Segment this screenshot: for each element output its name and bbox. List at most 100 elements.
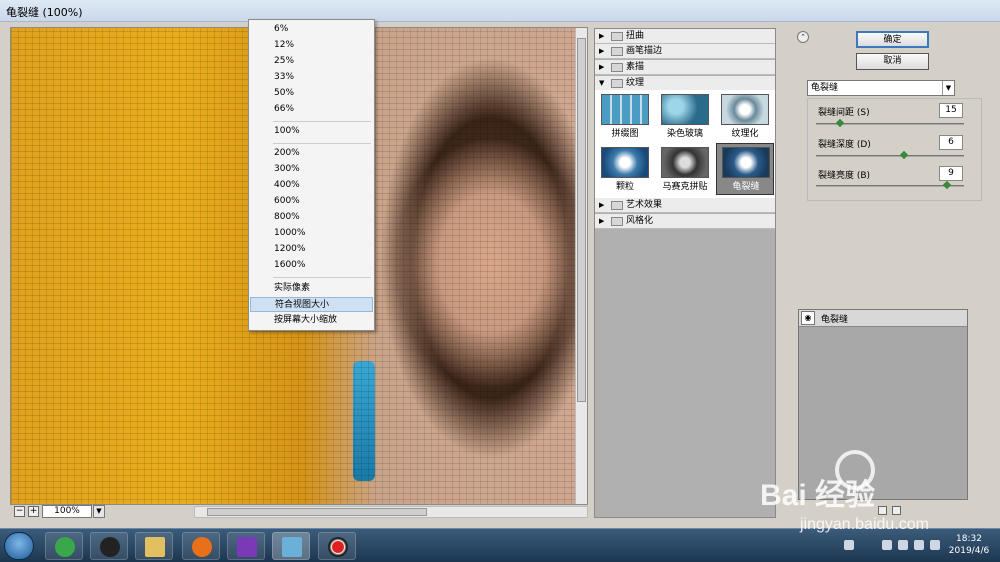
feather-icon bbox=[282, 537, 302, 557]
category-sketch[interactable]: ▶ 素描 bbox=[595, 60, 775, 75]
zoom-menu-item[interactable]: 400% bbox=[250, 178, 373, 193]
folder-icon bbox=[611, 217, 623, 226]
window-title: 龟裂缝 (100%) bbox=[6, 6, 83, 19]
crack-spacing-slider[interactable] bbox=[816, 118, 964, 128]
filter-dialog-window: 龟裂缝 (100%) − + 100% ▼ 6% 12% 25% 33% 50%… bbox=[0, 0, 1000, 528]
taskbar-app-button[interactable] bbox=[90, 532, 128, 560]
category-texture[interactable]: ▼ 纹理 bbox=[595, 76, 775, 91]
zoom-menu-item[interactable]: 33% bbox=[250, 70, 373, 85]
volume-icon[interactable] bbox=[914, 540, 924, 550]
start-button[interactable] bbox=[4, 532, 34, 560]
zoom-menu-item[interactable]: 25% bbox=[250, 54, 373, 69]
zoom-menu: 6% 12% 25% 33% 50% 66% 100% 200% 300% 40… bbox=[248, 19, 375, 331]
zoom-menu-item[interactable]: 1600% bbox=[250, 258, 373, 273]
vertical-scrollbar[interactable] bbox=[575, 28, 587, 504]
zoom-menu-item[interactable]: 66% bbox=[250, 102, 373, 117]
collapse-icon[interactable]: ⌃ bbox=[797, 31, 809, 43]
filter-thumb-patchwork[interactable]: 拼缀图 bbox=[598, 92, 652, 142]
category-artistic[interactable]: ▶ 艺术效果 bbox=[595, 198, 775, 213]
collapse-triangle-icon: ▼ bbox=[599, 79, 605, 87]
zoom-menu-item[interactable]: 6% bbox=[250, 22, 373, 37]
filter-select[interactable]: 龟裂缝 ▼ bbox=[807, 80, 955, 96]
watermark-url: jingyan.baidu.com bbox=[800, 516, 929, 533]
crack-depth-label: 裂缝深度 (D) bbox=[818, 140, 871, 150]
expand-triangle-icon: ▶ bbox=[599, 32, 605, 40]
zoom-menu-item[interactable]: 50% bbox=[250, 86, 373, 101]
zoom-menu-item-actual-pixels[interactable]: 实际像素 bbox=[250, 281, 373, 296]
folder-icon bbox=[145, 537, 165, 557]
category-brush-strokes[interactable]: ▶ 画笔描边 bbox=[595, 44, 775, 59]
thumbnail-image bbox=[721, 94, 769, 125]
zoom-out-button[interactable]: − bbox=[14, 506, 25, 517]
zoom-level-field[interactable]: 100% bbox=[42, 505, 92, 518]
zoom-menu-item-fit-view[interactable]: 符合视图大小 bbox=[250, 297, 373, 312]
thumbnail-image bbox=[601, 94, 649, 125]
crack-brightness-slider[interactable] bbox=[816, 180, 964, 190]
filter-thumb-stained-glass[interactable]: 染色玻璃 bbox=[658, 92, 712, 142]
taskbar-app-button[interactable] bbox=[318, 532, 356, 560]
flag-icon[interactable] bbox=[930, 540, 940, 550]
zoom-menu-item[interactable]: 300% bbox=[250, 162, 373, 177]
thumbnail-image bbox=[661, 94, 709, 125]
battery-icon[interactable] bbox=[882, 540, 892, 550]
folder-icon bbox=[611, 47, 623, 56]
clock-date: 2019/4/6 bbox=[948, 546, 990, 556]
record-icon bbox=[328, 537, 348, 557]
category-stylize[interactable]: ▶ 风格化 bbox=[595, 214, 775, 229]
thumbnail-image bbox=[601, 147, 649, 178]
keyboard-icon[interactable] bbox=[844, 540, 854, 550]
earring-image bbox=[353, 361, 375, 481]
filter-thumb-mosaic-tiles[interactable]: 马赛克拼贴 bbox=[658, 145, 712, 195]
crack-depth-input[interactable]: 6 bbox=[939, 135, 963, 150]
taskbar-app-button[interactable] bbox=[182, 532, 220, 560]
folder-icon bbox=[611, 63, 623, 72]
firefox-icon bbox=[192, 537, 212, 557]
network-icon[interactable] bbox=[898, 540, 908, 550]
menu-separator bbox=[273, 277, 371, 278]
cancel-button[interactable]: 取消 bbox=[856, 53, 929, 70]
thumbnail-image bbox=[722, 147, 770, 178]
slider-knob[interactable] bbox=[899, 150, 909, 160]
taskbar-app-button[interactable] bbox=[227, 532, 265, 560]
zoom-menu-item[interactable]: 600% bbox=[250, 194, 373, 209]
expand-triangle-icon: ▶ bbox=[599, 63, 605, 71]
baidu-watermark: Bai 经验 jingyan.baidu.com bbox=[740, 450, 990, 540]
scroll-thumb[interactable] bbox=[207, 508, 427, 516]
folder-icon bbox=[611, 201, 623, 210]
zoom-menu-item[interactable]: 1000% bbox=[250, 226, 373, 241]
horizontal-scrollbar[interactable] bbox=[194, 506, 588, 518]
ok-button[interactable]: 确定 bbox=[856, 31, 929, 48]
menu-separator bbox=[273, 143, 371, 144]
zoom-menu-item[interactable]: 12% bbox=[250, 38, 373, 53]
slider-knob[interactable] bbox=[942, 180, 952, 190]
taskbar-app-button[interactable] bbox=[135, 532, 173, 560]
taskbar-app-button[interactable] bbox=[45, 532, 83, 560]
browser-icon bbox=[55, 537, 75, 557]
crack-brightness-input[interactable]: 9 bbox=[939, 166, 963, 181]
zoom-menu-item[interactable]: 1200% bbox=[250, 242, 373, 257]
zoom-menu-item-fit-screen[interactable]: 按屏幕大小缩放 bbox=[250, 313, 373, 328]
qq-icon bbox=[100, 537, 120, 557]
watermark-text: Bai 经验 bbox=[760, 479, 876, 512]
zoom-menu-item[interactable]: 200% bbox=[250, 146, 373, 161]
thumbnail-image bbox=[661, 147, 709, 178]
scroll-thumb[interactable] bbox=[577, 38, 586, 402]
category-distort[interactable]: ▶ 扭曲 bbox=[595, 29, 775, 44]
zoom-dropdown-button[interactable]: ▼ bbox=[93, 505, 105, 518]
zoom-menu-item[interactable]: 100% bbox=[250, 124, 373, 139]
crack-spacing-input[interactable]: 15 bbox=[939, 103, 963, 118]
eye-icon[interactable]: ◉ bbox=[801, 311, 815, 325]
slider-knob[interactable] bbox=[836, 118, 845, 128]
filter-thumb-grain[interactable]: 颗粒 bbox=[598, 145, 652, 195]
chevron-down-icon: ▼ bbox=[942, 81, 954, 95]
filter-thumb-craquelure[interactable]: 龟裂缝 bbox=[716, 143, 774, 195]
effect-layer-row[interactable]: ◉ 龟裂缝 bbox=[799, 310, 967, 327]
taskbar-app-button-photoshop[interactable] bbox=[272, 532, 310, 560]
filter-parameters: 裂缝间距 (S) 15 裂缝深度 (D) 6 裂缝亮度 (B) 9 bbox=[807, 98, 982, 201]
zoom-in-button[interactable]: + bbox=[28, 506, 39, 517]
zoom-menu-item[interactable]: 800% bbox=[250, 210, 373, 225]
crack-depth-slider[interactable] bbox=[816, 150, 964, 160]
filter-thumb-texturizer[interactable]: 纹理化 bbox=[718, 92, 772, 142]
crack-brightness-label: 裂缝亮度 (B) bbox=[818, 171, 871, 181]
layer-name: 龟裂缝 bbox=[821, 315, 849, 325]
